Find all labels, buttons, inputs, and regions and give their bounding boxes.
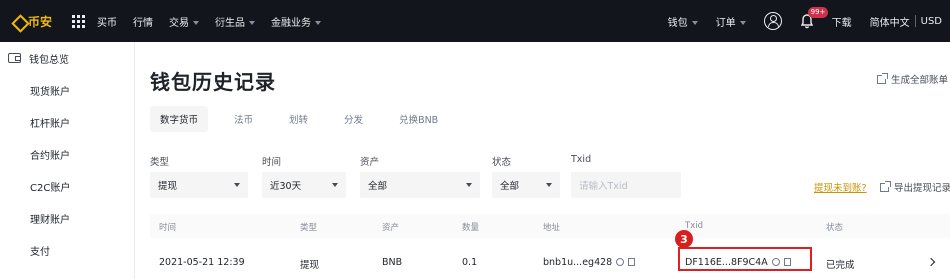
chevron-down-icon [332,183,338,187]
col-txid: Txid [685,221,703,231]
status-select-value: 全部 [500,181,520,192]
chevron-down-icon [234,183,240,187]
table-row[interactable]: 2021-05-21 12:39 提现 BNB 0.1 bnb1u...eg42… [150,230,950,279]
chevron-down-icon [249,20,256,25]
nav-derivatives-label: 衍生品 [215,17,246,29]
type-select-value: 提现 [158,181,178,192]
tab-distribution[interactable]: 分发 [334,106,373,132]
main-content: 钱包历史记录 生成全部账单 数字货币 法币 划转 分发 兑换BNB 类型 提现 … [135,42,950,279]
brand-name: 币安 [28,14,53,29]
link-icon[interactable] [616,258,625,266]
table-header: 时间 类型 资产 数量 地址 Txid 状态 [150,214,950,238]
tab-transfer[interactable]: 划转 [279,106,318,132]
page-title: 钱包历史记录 [150,70,276,94]
nav-download[interactable]: 下载 [832,14,852,29]
sidebar-item-pay[interactable]: 支付 [0,234,134,266]
txid-input[interactable]: 请输入Txid [571,172,681,198]
cell-asset: BNB [382,257,403,268]
chevron-down-icon [739,20,746,25]
cell-status: 已完成 [826,260,855,271]
nav-trade[interactable]: 交易 [169,14,200,29]
type-select[interactable]: 提现 [150,172,248,198]
wallet-icon [8,53,21,63]
nav-markets[interactable]: 行情 [133,14,153,29]
chevron-down-icon [193,20,200,25]
cell-time: 2021-05-21 12:39 [159,257,245,268]
external-link-icon [880,180,891,192]
user-account-icon[interactable] [763,12,782,30]
sidebar-item-wallet-overview[interactable]: 钱包总览 [0,42,134,74]
asset-select-value: 全部 [368,181,388,192]
time-select-value: 近30天 [270,181,302,192]
language-selector[interactable]: 简体中文 [870,14,910,29]
txid-label: Txid [571,154,592,165]
status-select[interactable]: 全部 [492,172,560,198]
nav-buy-crypto[interactable]: 买币 [97,14,117,29]
chevron-down-icon [466,183,472,187]
chevron-down-icon [315,20,322,25]
type-label: 类型 [150,157,170,168]
withdrawal-not-received-link[interactable]: 提现未到账? [814,180,867,194]
generate-statement-link[interactable]: 生成全部账单 [876,72,948,86]
sidebar-item-c2c[interactable]: C2C账户 [0,170,134,202]
apps-grid-icon[interactable] [72,14,86,28]
col-amount: 数量 [462,223,480,233]
cell-amount: 0.1 [462,257,478,268]
chevron-down-icon [546,183,552,187]
nav-finance[interactable]: 金融业务 [271,14,322,29]
sidebar-item-label: 钱包总览 [29,54,69,66]
generate-statement-label: 生成全部账单 [890,75,948,86]
status-label: 状态 [492,157,512,168]
chevron-down-icon [691,20,698,25]
tab-crypto[interactable]: 数字货币 [150,106,209,132]
cell-type: 提现 [300,260,320,271]
currency-selector[interactable]: USD [921,16,942,27]
asset-select[interactable]: 全部 [360,172,480,198]
sidebar-item-futures[interactable]: 合约账户 [0,138,134,170]
txid-highlight-box [678,247,812,271]
export-withdrawal-records-link[interactable]: 导出提现记录 [880,180,950,194]
brand-logo[interactable]: 币安 [12,13,52,30]
notification-badge: 99+ [807,7,829,18]
sidebar-item-spot[interactable]: 现货账户 [0,74,134,106]
tab-convert-bnb[interactable]: 兑换BNB [389,106,448,132]
sidebar-item-margin[interactable]: 杠杆账户 [0,106,134,138]
nav-orders-label: 订单 [715,17,736,29]
history-tabs: 数字货币 法币 划转 分发 兑换BNB [150,106,464,132]
top-navbar: 币安 买币 行情 交易 衍生品 金融业务 钱包 订单 99+ 下载 简体中文 U… [0,0,950,42]
time-label: 时间 [262,157,282,168]
col-address: 地址 [543,223,561,233]
sidebar-item-earn[interactable]: 理财账户 [0,202,134,234]
col-type: 类型 [300,223,318,233]
col-time: 时间 [159,223,177,233]
nav-wallet[interactable]: 钱包 [668,14,698,29]
sidebar: 钱包总览 现货账户 杠杆账户 合约账户 C2C账户 理财账户 支付 [0,42,135,279]
binance-logo-icon [12,15,25,28]
nav-trade-label: 交易 [169,17,190,29]
chevron-right-icon[interactable] [926,257,936,267]
nav-derivatives[interactable]: 衍生品 [215,14,256,29]
tab-fiat[interactable]: 法币 [224,106,263,132]
step-number-badge: 3 [675,230,693,248]
nav-orders[interactable]: 订单 [716,14,746,29]
col-status: 状态 [826,223,844,233]
asset-label: 资产 [360,157,380,168]
col-asset: 资产 [382,223,400,233]
export-label: 导出提现记录 [894,183,950,194]
nav-wallet-label: 钱包 [667,17,688,29]
time-select[interactable]: 近30天 [262,172,346,198]
external-link-icon [876,72,888,84]
nav-divider [914,15,916,27]
copy-icon[interactable] [628,258,636,266]
nav-finance-label: 金融业务 [271,17,312,29]
address-text: bnb1u...eg428 [543,257,613,268]
cell-address: bnb1u...eg428 [543,257,636,268]
notifications-button[interactable]: 99+ [800,7,829,29]
filter-bar: 类型 提现 时间 近30天 资产 全部 状态 全部 Txid 请输入Txid 提… [150,154,950,199]
